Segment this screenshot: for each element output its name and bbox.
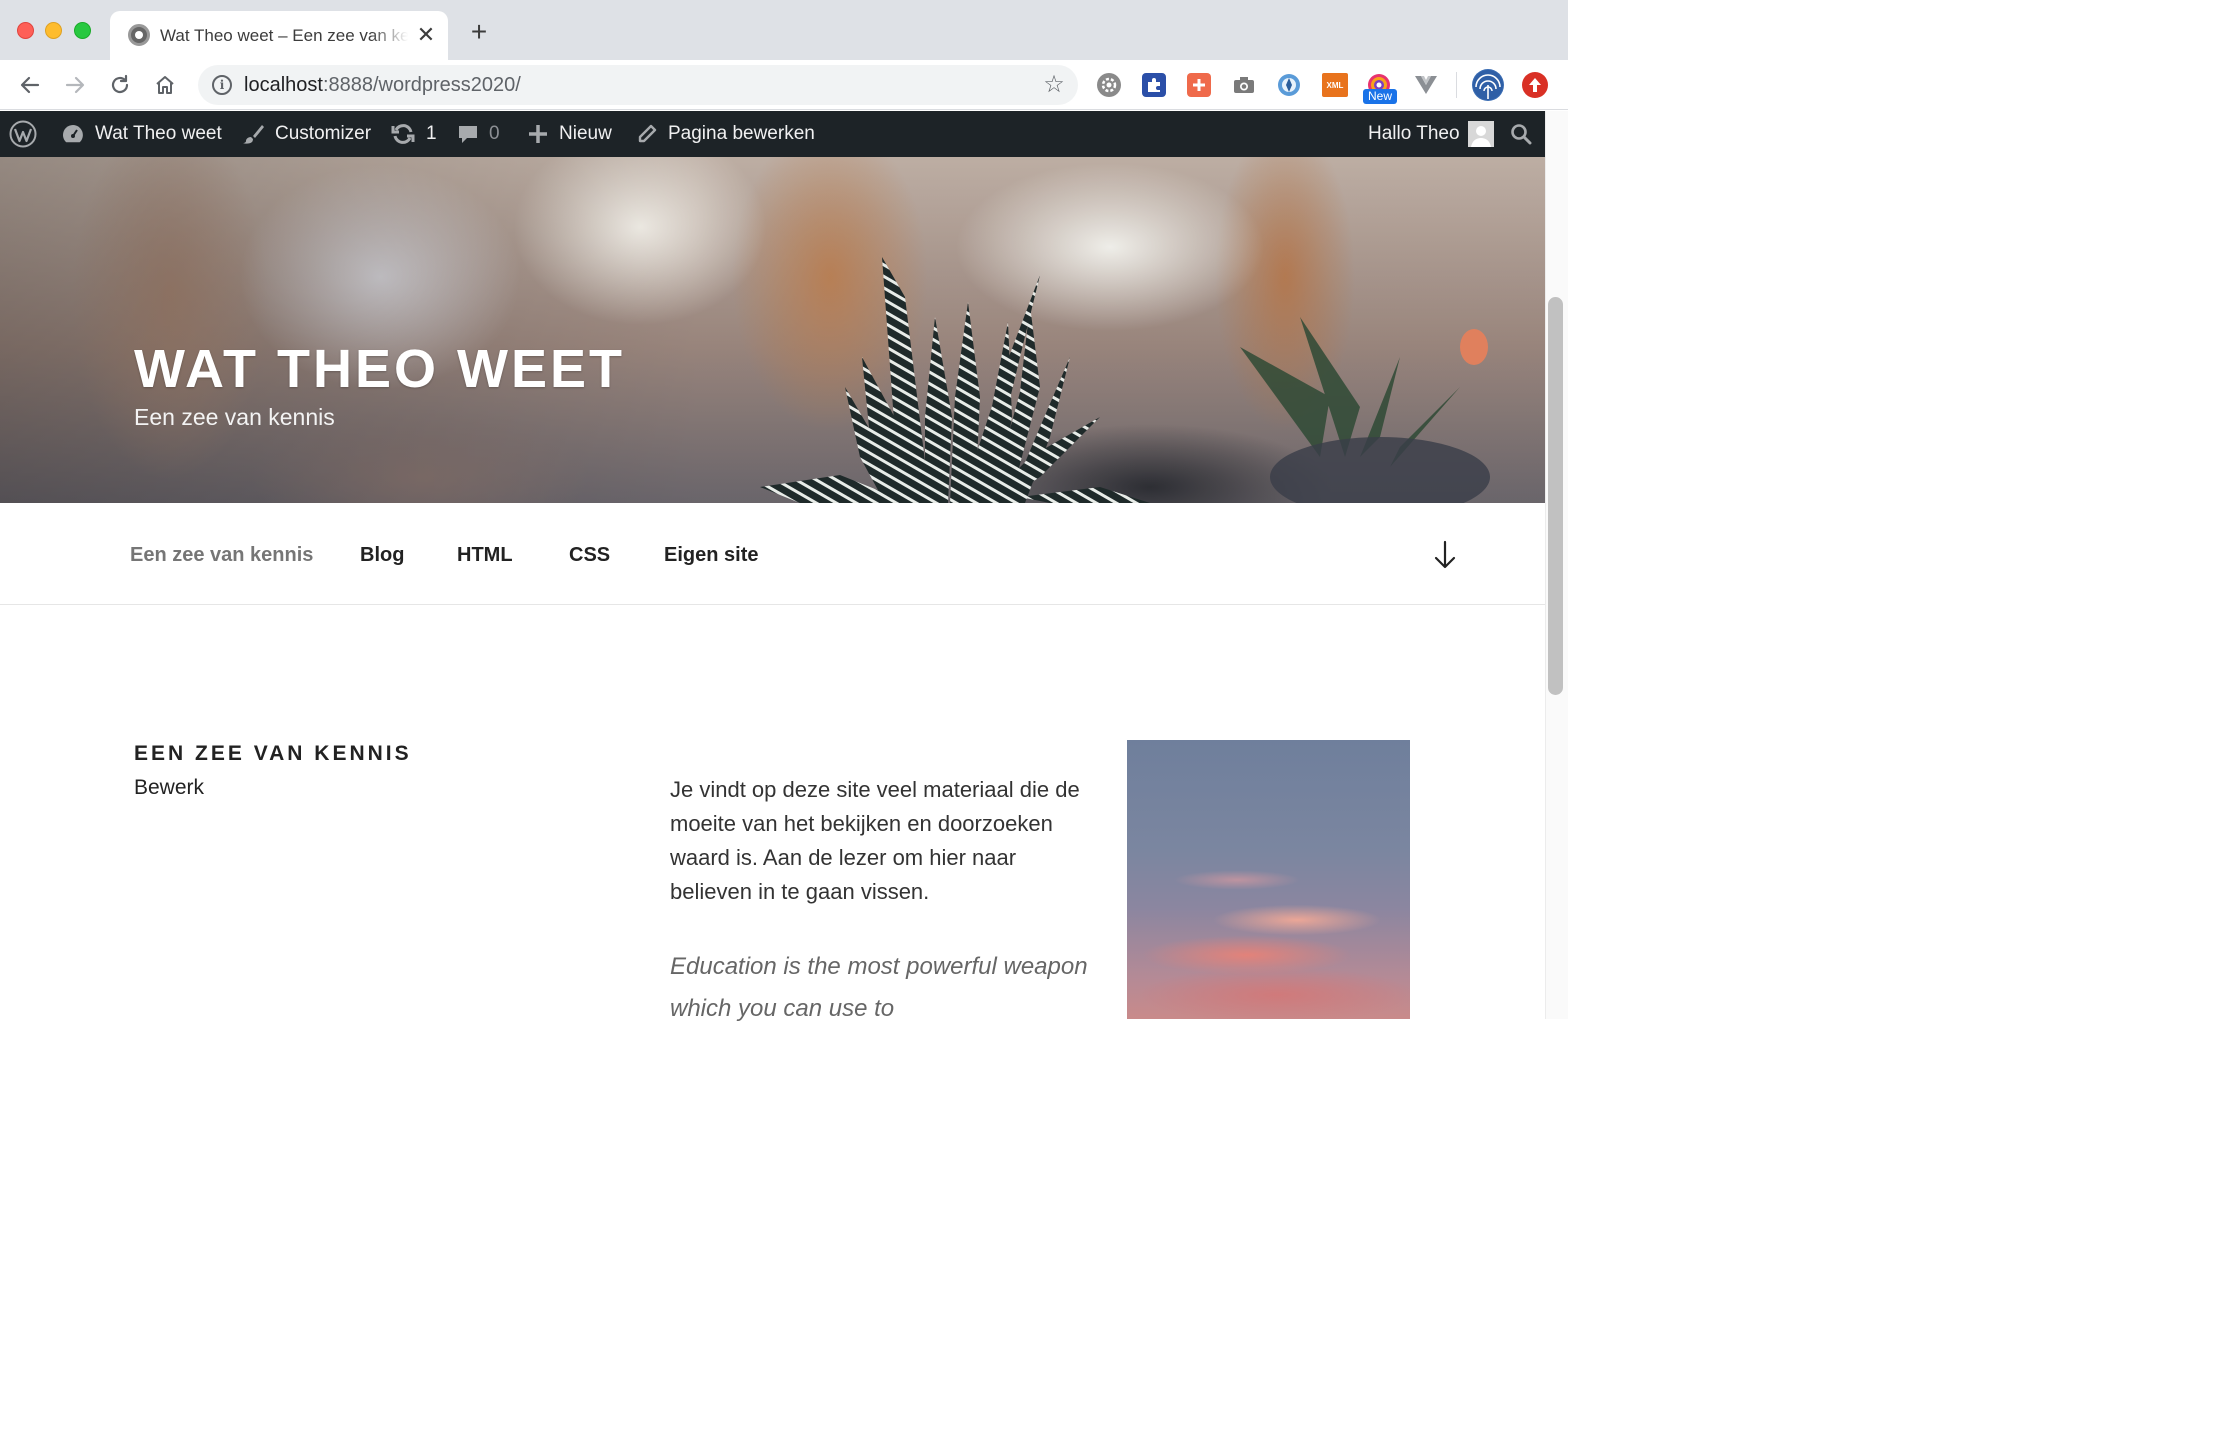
wordpress-logo-menu[interactable] [9, 111, 37, 157]
greeting-label: Hallo Theo [1368, 123, 1460, 144]
edit-page-link[interactable]: Pagina bewerken [636, 111, 815, 157]
entry-quote: Education is the most powerful weapon wh… [670, 953, 1088, 1022]
url-path: :8888/wordpress2020/ [322, 74, 521, 96]
plus-icon [527, 123, 549, 145]
site-title[interactable]: WAT THEO WEET [134, 337, 625, 401]
profile-avatar-icon[interactable] [1472, 69, 1504, 101]
sunset-clouds-image [1127, 740, 1410, 1019]
browser-tab-active[interactable]: Wat Theo weet – Een zee van kennis ✕ [110, 11, 448, 60]
site-name-menu[interactable]: Wat Theo weet [61, 111, 222, 157]
forward-button[interactable] [58, 68, 92, 102]
page-title: EEN ZEE VAN KENNIS [134, 742, 412, 765]
search-icon [1511, 124, 1532, 145]
reload-button[interactable] [103, 68, 137, 102]
admin-search-button[interactable] [1510, 111, 1532, 157]
address-bar[interactable]: i localhost:8888/wordpress2020/ ☆ [198, 65, 1078, 105]
back-button[interactable] [13, 68, 47, 102]
wp-admin-bar: Wat Theo weet Customizer 1 0 Nieuw Pagin… [0, 111, 1545, 157]
dashboard-icon [61, 123, 85, 145]
wordpress-logo-icon [9, 120, 37, 148]
fullscreen-window-button[interactable] [74, 22, 91, 39]
nav-item-css[interactable]: CSS [569, 541, 610, 569]
url-text[interactable]: localhost:8888/wordpress2020/ [244, 73, 521, 97]
compass-extension-icon[interactable] [1277, 73, 1301, 97]
bookmark-star-icon[interactable]: ☆ [1040, 71, 1068, 99]
close-window-button[interactable] [17, 22, 34, 39]
tab-close-icon[interactable]: ✕ [415, 22, 437, 48]
new-tab-button[interactable]: + [464, 17, 494, 47]
tab-title: Wat Theo weet – Een zee van kennis [160, 26, 408, 45]
nav-item-html[interactable]: HTML [457, 541, 513, 569]
scroll-down-button[interactable] [1431, 540, 1459, 570]
browser-tab-bar: Wat Theo weet – Een zee van kennis ✕ + [0, 0, 1568, 60]
arrow-down-icon [1434, 540, 1456, 569]
nav-item-blog[interactable]: Blog [360, 541, 404, 569]
succulent-plant-illustration [760, 257, 1490, 503]
edit-page-label: Pagina bewerken [668, 123, 815, 144]
pencil-icon [636, 123, 658, 145]
puzzle-extension-icon[interactable] [1142, 73, 1166, 97]
settings-gear-extension-icon[interactable] [1097, 73, 1121, 97]
toolbar-separator [1456, 72, 1457, 98]
plus-extension-icon[interactable] [1187, 73, 1211, 97]
updates-icon [390, 123, 416, 145]
page-scrollbar-thumb[interactable] [1548, 297, 1563, 695]
vue-extension-icon[interactable] [1414, 73, 1438, 97]
my-account-menu[interactable]: Hallo Theo [1368, 111, 1494, 157]
comment-bubble-icon [457, 123, 479, 145]
updates-link[interactable]: 1 [390, 111, 437, 157]
new-badge: New [1363, 89, 1397, 104]
camera-extension-icon[interactable] [1232, 73, 1256, 97]
minimize-window-button[interactable] [45, 22, 62, 39]
entry-paragraph: Je vindt op deze site veel materiaal die… [670, 777, 1080, 904]
comments-count: 0 [489, 123, 500, 144]
nav-item-een-zee-van-kennis[interactable]: Een zee van kennis [130, 541, 313, 569]
arrow-right-icon [65, 76, 85, 94]
edit-link[interactable]: Bewerk [134, 775, 204, 801]
nav-item-eigen-site[interactable]: Eigen site [664, 541, 758, 569]
site-info-icon[interactable]: i [212, 75, 232, 95]
site-name-label: Wat Theo weet [95, 123, 222, 144]
new-content-menu[interactable]: Nieuw [527, 111, 612, 157]
wordpress-favicon-icon [128, 24, 150, 46]
update-arrow-icon[interactable] [1522, 72, 1548, 98]
xml-extension-icon[interactable]: XML [1322, 73, 1348, 97]
home-button[interactable] [148, 68, 182, 102]
comments-link[interactable]: 0 [457, 111, 500, 157]
url-host: localhost [244, 74, 323, 96]
customizer-label: Customizer [275, 123, 372, 144]
arrow-left-icon [20, 76, 40, 94]
home-icon [156, 76, 174, 94]
header-image: WAT THEO WEET Een zee van kennis [0, 157, 1545, 503]
main-navigation: Een zee van kennis Blog HTML CSS Eigen s… [0, 503, 1545, 605]
user-avatar-icon [1467, 121, 1494, 147]
updates-count: 1 [426, 123, 437, 144]
reload-icon [111, 74, 129, 94]
site-tagline: Een zee van kennis [134, 404, 335, 430]
new-content-label: Nieuw [559, 123, 612, 144]
paintbrush-icon [241, 123, 265, 145]
customizer-link[interactable]: Customizer [241, 111, 371, 157]
